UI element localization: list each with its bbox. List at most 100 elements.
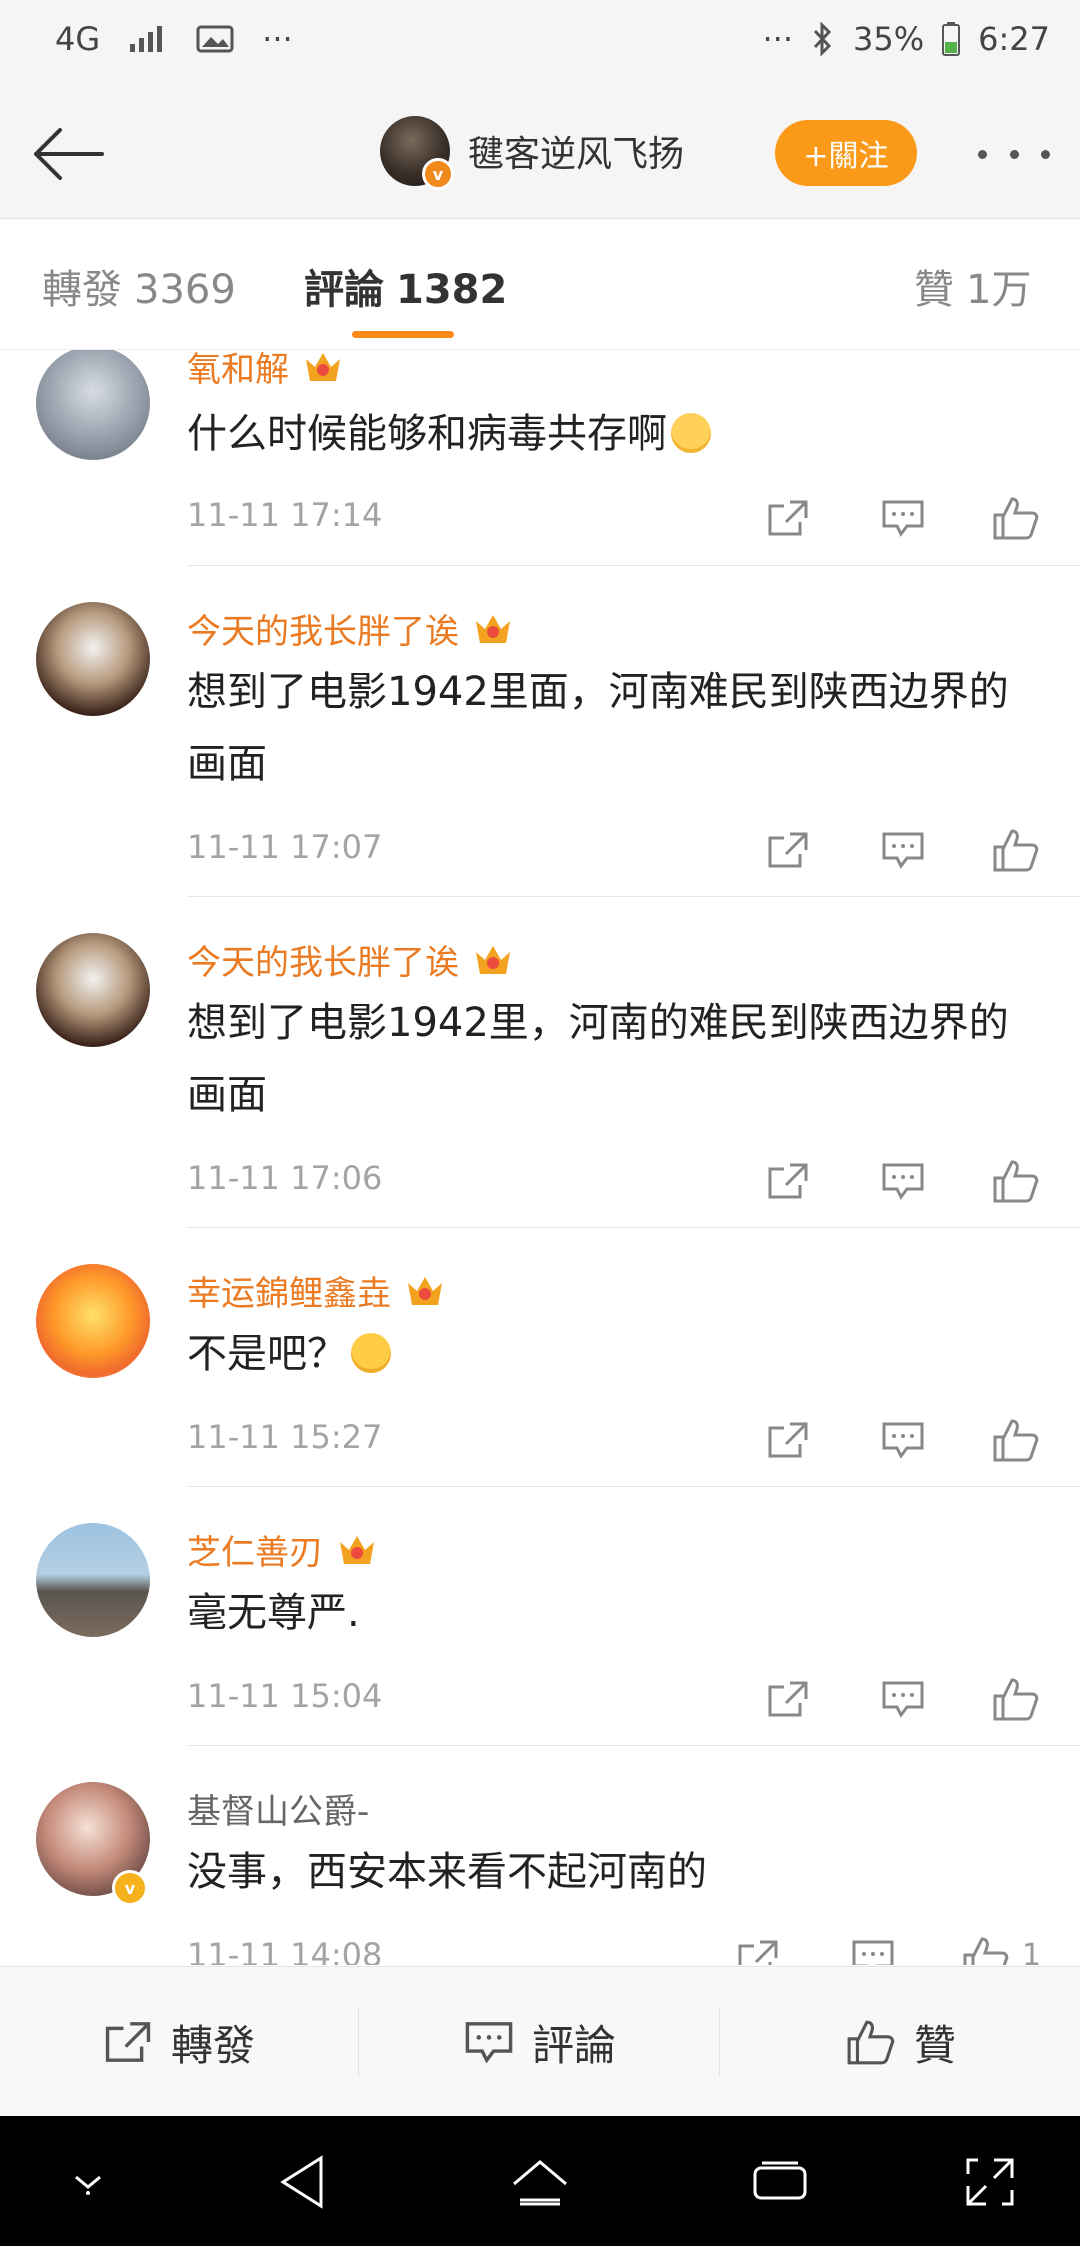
repost-button[interactable]: 轉發: [0, 1967, 358, 2117]
avatar[interactable]: [36, 350, 150, 460]
comment-list[interactable]: 氧和解 什么时候能够和病毒共存啊 11-11 17:14 今天的我长胖了诶 想到…: [0, 350, 1080, 1965]
more-status-icon: ···: [762, 20, 794, 58]
share-button[interactable]: [760, 1671, 816, 1727]
thumbs-up-icon: [847, 2020, 895, 2065]
comment-username[interactable]: 氧和解: [187, 350, 343, 391]
back-arrow-icon: [34, 128, 104, 180]
reply-button[interactable]: [845, 1930, 901, 1965]
divider: [358, 2007, 359, 2077]
more-notifications-icon: ···: [262, 20, 293, 58]
tab-likes[interactable]: 贊 1万: [914, 257, 1031, 315]
like-button[interactable]: [988, 1153, 1044, 1209]
profile-name[interactable]: 毽客逆风飞扬: [468, 125, 684, 177]
comment-text: 想到了电影1942里，河南的难民到陕西边界的画面: [187, 1000, 1009, 1118]
top-bar: v 毽客逆风飞扬 +關注: [0, 92, 1080, 219]
verified-badge-icon: v: [422, 158, 454, 190]
comment-text: 没事，西安本来看不起河南的: [187, 1849, 707, 1895]
share-button[interactable]: [760, 1412, 816, 1468]
back-button[interactable]: [28, 118, 108, 190]
gallery-icon: [196, 24, 234, 54]
like-button[interactable]: [958, 1930, 1014, 1965]
recents-nav-button[interactable]: [748, 2152, 812, 2212]
avatar[interactable]: [36, 1264, 150, 1378]
share-icon: [768, 1681, 808, 1717]
thumbs-up-icon: [963, 1937, 1009, 1965]
share-button[interactable]: [760, 490, 816, 546]
like-button[interactable]: [988, 822, 1044, 878]
tab-comments[interactable]: 評論 1382: [304, 257, 507, 315]
more-options-button[interactable]: [978, 130, 1050, 178]
comment-actions: [760, 1412, 1050, 1468]
signal-icon: [128, 24, 168, 54]
tab-count: 1382: [396, 267, 508, 313]
comment-actions: [760, 822, 1050, 878]
thumbs-up-icon: [993, 1160, 1039, 1203]
back-triangle-icon: [280, 2155, 323, 2209]
comment-actions: [760, 490, 1050, 546]
comment-icon: [882, 832, 924, 869]
thumbs-up-icon: [993, 497, 1039, 540]
status-bar: 4G ··· ··· 35% 6:27: [0, 0, 1080, 92]
reply-button[interactable]: [875, 1153, 931, 1209]
comment-username[interactable]: 基督山公爵-: [187, 1784, 369, 1833]
username-text: 今天的我长胖了诶: [187, 612, 459, 652]
comment-username[interactable]: 今天的我长胖了诶: [187, 604, 513, 653]
avatar[interactable]: [36, 602, 150, 716]
comment-icon: [465, 2022, 513, 2064]
reply-button[interactable]: [875, 1671, 931, 1727]
comment-time: 11-11 17:07: [187, 828, 383, 866]
screen-expand-button[interactable]: [958, 2152, 1022, 2212]
reply-button[interactable]: [875, 1412, 931, 1468]
tab-label: 評論: [304, 267, 384, 313]
share-button[interactable]: [760, 822, 816, 878]
reply-button[interactable]: [875, 490, 931, 546]
avatar[interactable]: v: [380, 116, 454, 190]
profile-header[interactable]: v 毽客逆风飞扬: [380, 116, 684, 190]
like-button[interactable]: [988, 490, 1044, 546]
divider: [187, 565, 1080, 566]
like-button[interactable]: 贊: [722, 1967, 1080, 2117]
like-button[interactable]: [988, 1412, 1044, 1468]
comment-label: 評論: [531, 2020, 616, 2070]
comment-username[interactable]: 芝仁善刃: [187, 1525, 377, 1574]
comment-button[interactable]: 評論: [361, 1967, 719, 2117]
home-icon: [513, 2160, 567, 2206]
tab-label: 贊: [914, 267, 954, 313]
avatar[interactable]: [36, 933, 150, 1047]
divider: [719, 2007, 720, 2077]
username-text: 基督山公爵-: [187, 1792, 370, 1832]
comment-text: 不是吧？: [187, 1318, 1037, 1390]
back-nav-button[interactable]: [270, 2152, 334, 2212]
home-nav-button[interactable]: [508, 2152, 572, 2212]
share-icon: [768, 832, 808, 868]
chevron-down-icon: [75, 2175, 101, 2195]
thumbs-up-icon: [993, 1678, 1039, 1721]
crown-badge-icon: [306, 352, 340, 381]
comment-username[interactable]: 幸运錦鲤鑫垚: [187, 1266, 445, 1315]
divider: [187, 1227, 1080, 1228]
like-label: 贊: [913, 2020, 956, 2070]
username-text: 芝仁善刃: [187, 1533, 323, 1573]
reply-button[interactable]: [875, 822, 931, 878]
crown-badge-icon: [408, 1276, 442, 1305]
share-icon: [105, 2022, 151, 2062]
repost-label: 轉發: [170, 2020, 255, 2070]
sad-face-emoji-icon: [671, 413, 711, 453]
share-button[interactable]: [730, 1930, 786, 1965]
verified-badge-icon: v: [112, 1870, 148, 1906]
like-button[interactable]: [988, 1671, 1044, 1727]
comment-icon: [882, 1163, 924, 1200]
hide-navbar-button[interactable]: [56, 2152, 120, 2212]
comment-username[interactable]: 今天的我长胖了诶: [187, 935, 513, 984]
system-navigation-bar: [0, 2116, 1080, 2246]
battery-icon: [942, 22, 961, 56]
laughing-face-emoji-icon: [351, 1333, 391, 1373]
follow-button[interactable]: +關注: [775, 120, 917, 186]
divider: [187, 896, 1080, 897]
avatar[interactable]: [36, 1523, 150, 1637]
crown-badge-icon: [340, 1535, 374, 1564]
comment-time: 11-11 15:27: [187, 1418, 383, 1456]
tab-bar: 轉發 3369 評論 1382 贊 1万: [0, 219, 1080, 350]
share-button[interactable]: [760, 1153, 816, 1209]
tab-reposts[interactable]: 轉發 3369: [42, 257, 236, 315]
